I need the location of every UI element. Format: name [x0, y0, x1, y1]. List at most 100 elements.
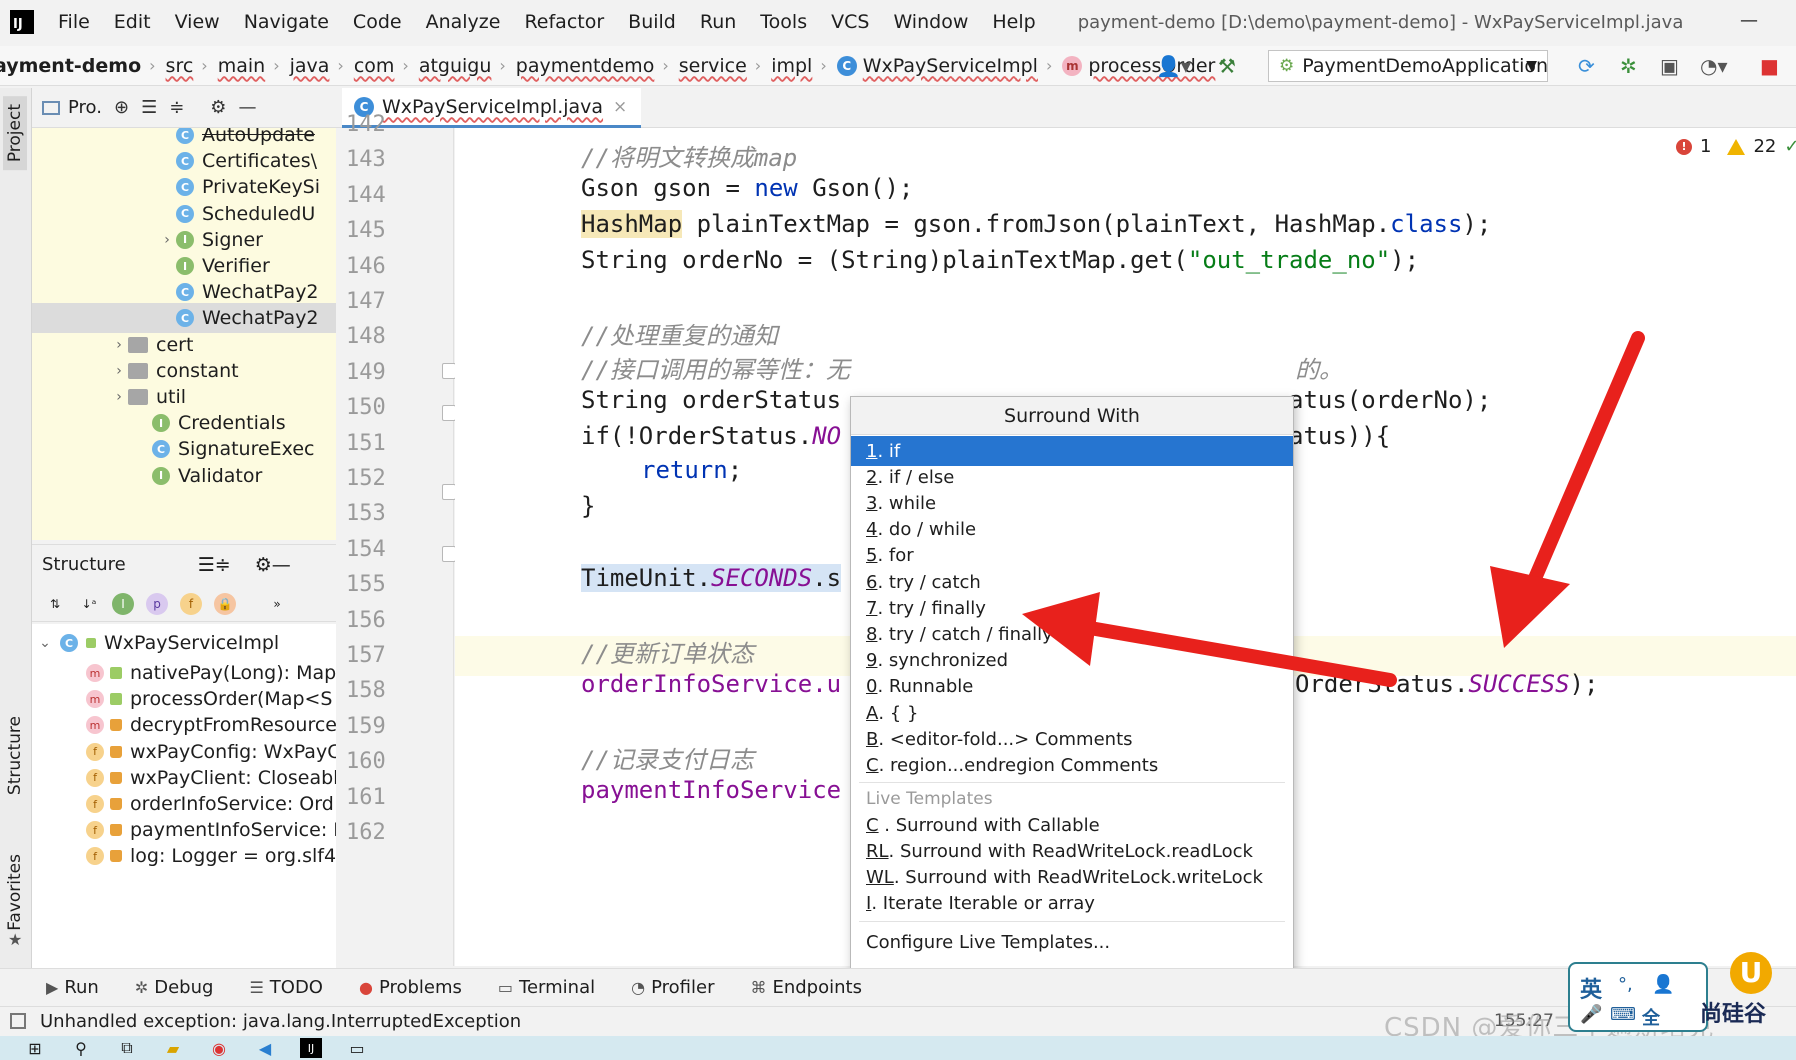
intellij-taskbar-icon[interactable]: IJ — [300, 1038, 322, 1058]
task-view-icon[interactable]: ⧉ — [116, 1038, 138, 1058]
coverage-icon[interactable]: ▣ — [1660, 54, 1679, 78]
show-fields-icon[interactable]: f — [180, 592, 202, 615]
menu-navigate[interactable]: Navigate — [244, 11, 329, 33]
show-inherited-icon[interactable]: I — [112, 592, 134, 615]
fold-marker-icon[interactable] — [442, 405, 456, 421]
close-icon[interactable]: × — [613, 97, 627, 117]
chevron-right-icon[interactable]: › — [110, 363, 128, 379]
fold-marker-icon[interactable] — [442, 546, 456, 562]
breadcrumb-src[interactable]: › src — [149, 55, 193, 77]
menu-help[interactable]: Help — [992, 11, 1035, 33]
configure-live-templates-link[interactable]: Configure Live Templates... — [851, 927, 1293, 957]
show-properties-icon[interactable]: p — [146, 592, 168, 615]
endpoints-tool-button[interactable]: ⌘ Endpoints — [750, 977, 862, 998]
breadcrumb-project[interactable]: ayment-demo — [0, 55, 141, 77]
breadcrumb-com[interactable]: › com — [337, 55, 394, 77]
vscode-icon[interactable]: ◀ — [254, 1038, 276, 1058]
menu-analyze[interactable]: Analyze — [426, 11, 501, 33]
project-tree-item-label: AutoUpdate — [202, 128, 315, 146]
problems-tool-button[interactable]: ● Problems — [359, 977, 462, 998]
rerun-icon[interactable]: ⟳ — [1578, 54, 1595, 78]
windows-start-icon[interactable]: ⊞ — [24, 1038, 46, 1058]
project-tool-tab[interactable]: Project — [3, 96, 27, 171]
run-tool-button[interactable]: ▶ Run — [46, 977, 99, 998]
ime-toolbar[interactable]: 英 °, 👤 🎤 ⌨ 全 — [1568, 962, 1708, 1032]
project-tree-item-label: PrivateKeySi — [202, 176, 321, 199]
mnemonic-key: B — [866, 728, 879, 750]
chevron-right-icon[interactable]: › — [110, 389, 128, 405]
surround-option[interactable]: I. Iterate Iterable or array — [851, 889, 1293, 919]
tool-window-toggle-icon[interactable] — [10, 1013, 26, 1029]
breadcrumb-impl[interactable]: › impl — [755, 55, 813, 77]
menu-tools[interactable]: Tools — [760, 11, 807, 33]
line-number: 144 — [346, 182, 386, 208]
structure-member[interactable]: f log: Logger = org.slf4 — [32, 841, 336, 871]
locate-icon[interactable]: ⊕ — [114, 97, 129, 118]
breadcrumb-class[interactable]: › C WxPayServiceImpl — [820, 55, 1038, 77]
terminal-tool-button[interactable]: ▭ Terminal — [498, 977, 595, 998]
line-number: 154 — [346, 536, 386, 562]
chevron-down-icon[interactable]: ⌄ — [36, 635, 54, 651]
mnemonic-key: 2 — [866, 466, 878, 488]
expand-all-icon[interactable]: ☰ — [141, 97, 157, 118]
menu-code[interactable]: Code — [353, 11, 402, 33]
breadcrumb-service[interactable]: › service — [662, 55, 746, 77]
todo-tool-button[interactable]: ☰ TODO — [249, 977, 323, 998]
terminal-taskbar-icon[interactable]: ▭ — [346, 1038, 368, 1058]
more-icon[interactable]: » — [266, 593, 288, 615]
minimize-button[interactable]: — — [1740, 10, 1758, 31]
sort-visibility-icon[interactable]: ⇅ — [44, 593, 66, 615]
menu-view[interactable]: View — [175, 11, 220, 33]
structure-member-label: processOrder(Map<S — [130, 688, 333, 711]
project-view-select[interactable]: Pro. — [68, 97, 102, 118]
run-configuration-select[interactable]: ⚙ PaymentDemoApplication ▼ — [1268, 50, 1548, 82]
chevron-right-icon[interactable]: › — [110, 337, 128, 353]
code-token: ); — [1462, 210, 1492, 238]
structure-member-label: nativePay(Long): Map — [130, 662, 336, 684]
user-icon[interactable]: 👤▾ — [1156, 54, 1191, 78]
chevron-right-icon[interactable]: › — [158, 232, 176, 248]
profiler-icon[interactable]: ◔▾ — [1700, 54, 1728, 78]
fold-marker-icon[interactable] — [442, 363, 456, 379]
menu-file[interactable]: File — [58, 11, 90, 33]
inspection-widget[interactable]: ! 1 22 ✓ — [1676, 136, 1796, 157]
surround-option[interactable]: C. region...endregion Comments — [851, 750, 1293, 780]
structure-root[interactable]: ⌄ C WxPayServiceImpl — [32, 628, 336, 658]
stop-icon[interactable]: ■ — [1760, 54, 1779, 78]
fold-marker-icon[interactable] — [442, 484, 456, 500]
breadcrumb-java[interactable]: › java — [273, 55, 329, 77]
favorites-tool-tab[interactable]: Favorites — [3, 846, 27, 939]
profiler-tool-button[interactable]: ◔ Profiler — [631, 977, 714, 998]
chrome-icon[interactable]: ◉ — [208, 1038, 230, 1058]
window-title: payment-demo [D:\demo\payment-demo] - Wx… — [1077, 11, 1684, 33]
menu-edit[interactable]: Edit — [114, 11, 151, 33]
intellij-logo-icon[interactable]: IJ — [10, 10, 34, 34]
menu-build[interactable]: Build — [628, 11, 676, 33]
field-icon: f — [86, 768, 104, 787]
menu-run[interactable]: Run — [700, 11, 736, 33]
project-tree-item-label: Verifier — [202, 255, 270, 277]
structure-tool-tab[interactable]: Structure — [3, 708, 27, 803]
hide-panel-icon[interactable]: — — [238, 97, 256, 118]
show-non-public-icon[interactable]: 🔒 — [214, 592, 236, 615]
menu-refactor[interactable]: Refactor — [524, 11, 604, 33]
search-icon[interactable]: ⚲ — [70, 1038, 92, 1058]
collapse-all-icon[interactable]: ≑ — [169, 97, 184, 118]
breadcrumb-atguigu[interactable]: › atguigu — [402, 55, 491, 77]
debug-tool-button[interactable]: ✲ Debug — [135, 977, 214, 998]
collapse-all-icon[interactable]: ≑ — [215, 554, 231, 576]
build-hammer-icon[interactable]: ⚒ — [1218, 54, 1236, 78]
file-explorer-icon[interactable]: ▰ — [162, 1038, 184, 1058]
breadcrumb-label: impl — [771, 54, 813, 77]
sort-alpha-icon[interactable]: ↓ᵃ — [78, 593, 100, 615]
hide-panel-icon[interactable]: — — [272, 554, 291, 576]
debug-icon[interactable]: ✲ — [1620, 54, 1637, 78]
gear-icon[interactable]: ⚙ — [210, 97, 226, 118]
menu-window[interactable]: Window — [893, 11, 968, 33]
breadcrumb-main[interactable]: › main — [201, 55, 265, 77]
menu-vcs[interactable]: VCS — [831, 11, 869, 33]
gear-icon[interactable]: ⚙ — [255, 554, 272, 576]
expand-all-icon[interactable]: ☰ — [198, 554, 215, 576]
project-tree-item[interactable]: I Validator — [32, 461, 336, 491]
breadcrumb-paymentdemo[interactable]: › paymentdemo — [499, 55, 654, 77]
